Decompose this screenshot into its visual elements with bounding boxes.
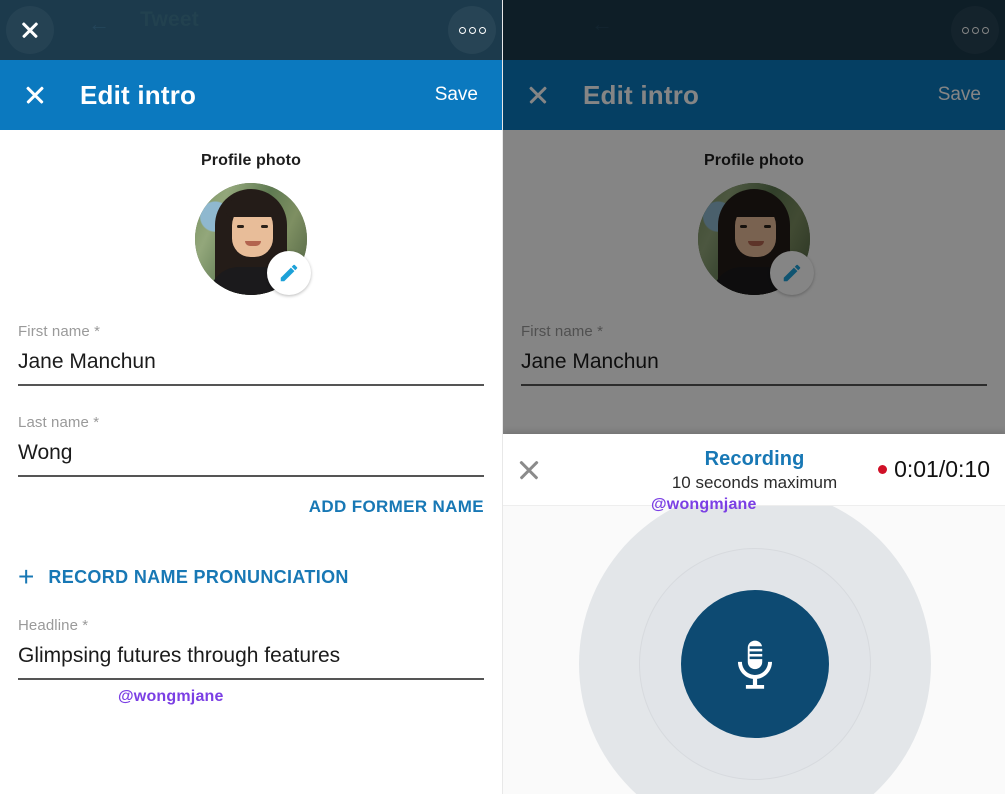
headline-label: Headline * xyxy=(18,617,484,634)
avatar-eye xyxy=(261,225,268,228)
save-button[interactable]: Save xyxy=(435,84,478,106)
edit-intro-appbar: Edit intro Save xyxy=(0,60,502,130)
more-options-icon xyxy=(459,27,466,34)
avatar-eye xyxy=(237,225,244,228)
more-options-button[interactable] xyxy=(448,6,496,54)
status-bar-title: Tweet xyxy=(140,8,199,32)
watermark-handle: @wongmjane xyxy=(118,688,224,706)
avatar-mouth xyxy=(245,241,261,246)
screenshot-root: ← Tweet Search Twitter Edit intro Save P… xyxy=(0,0,1005,794)
plus-icon: + xyxy=(18,563,34,591)
first-name-input[interactable]: Jane Manchun xyxy=(18,340,484,386)
last-name-label: Last name * xyxy=(18,414,484,431)
close-icon xyxy=(20,20,40,40)
page-title: Edit intro xyxy=(80,80,196,111)
left-screen-panel: ← Tweet Search Twitter Edit intro Save P… xyxy=(0,0,502,794)
microphone-icon xyxy=(727,636,783,692)
status-bar-close-button[interactable] xyxy=(6,6,54,54)
last-name-field[interactable]: Last name * Wong xyxy=(18,414,484,477)
back-arrow-icon[interactable]: ← xyxy=(86,11,112,37)
last-name-input[interactable]: Wong xyxy=(18,431,484,477)
first-name-label: First name * xyxy=(18,323,484,340)
profile-photo-label: Profile photo xyxy=(18,130,484,170)
edit-photo-button[interactable] xyxy=(267,251,311,295)
avatar[interactable] xyxy=(195,183,307,295)
record-microphone-button[interactable] xyxy=(681,590,829,738)
app-status-bar: ← Tweet Search Twitter xyxy=(0,0,502,60)
recording-sheet: Recording 10 seconds maximum 0:01/0:10 xyxy=(503,434,1005,794)
headline-field[interactable]: Headline * Glimpsing futures through fea… xyxy=(18,617,484,680)
recording-timer: 0:01/0:10 xyxy=(878,456,990,483)
close-icon xyxy=(24,84,46,106)
modal-scrim[interactable] xyxy=(503,0,1005,434)
recording-sheet-header: Recording 10 seconds maximum 0:01/0:10 xyxy=(503,434,1005,506)
avatar-fringe xyxy=(226,197,279,217)
pencil-icon xyxy=(278,262,300,284)
edit-intro-form: Profile photo xyxy=(0,130,502,794)
record-name-pronunciation-label: RECORD NAME PRONUNCIATION xyxy=(48,567,348,588)
appbar-close-button[interactable] xyxy=(0,60,70,130)
more-options-icon xyxy=(479,27,486,34)
recording-timer-label: 0:01/0:10 xyxy=(894,456,990,483)
headline-input[interactable]: Glimpsing futures through features xyxy=(18,634,484,680)
first-name-field[interactable]: First name * Jane Manchun xyxy=(18,323,484,386)
more-options-icon xyxy=(469,27,476,34)
add-former-name-row: ADD FORMER NAME xyxy=(18,497,484,517)
recording-dot-icon xyxy=(878,465,887,474)
record-name-pronunciation-button[interactable]: + RECORD NAME PRONUNCIATION xyxy=(18,563,484,591)
microphone-area xyxy=(503,506,1005,794)
right-screen-panel: ← Search Twitter Edit intro Save Profile… xyxy=(502,0,1005,794)
add-former-name-button[interactable]: ADD FORMER NAME xyxy=(309,497,484,517)
